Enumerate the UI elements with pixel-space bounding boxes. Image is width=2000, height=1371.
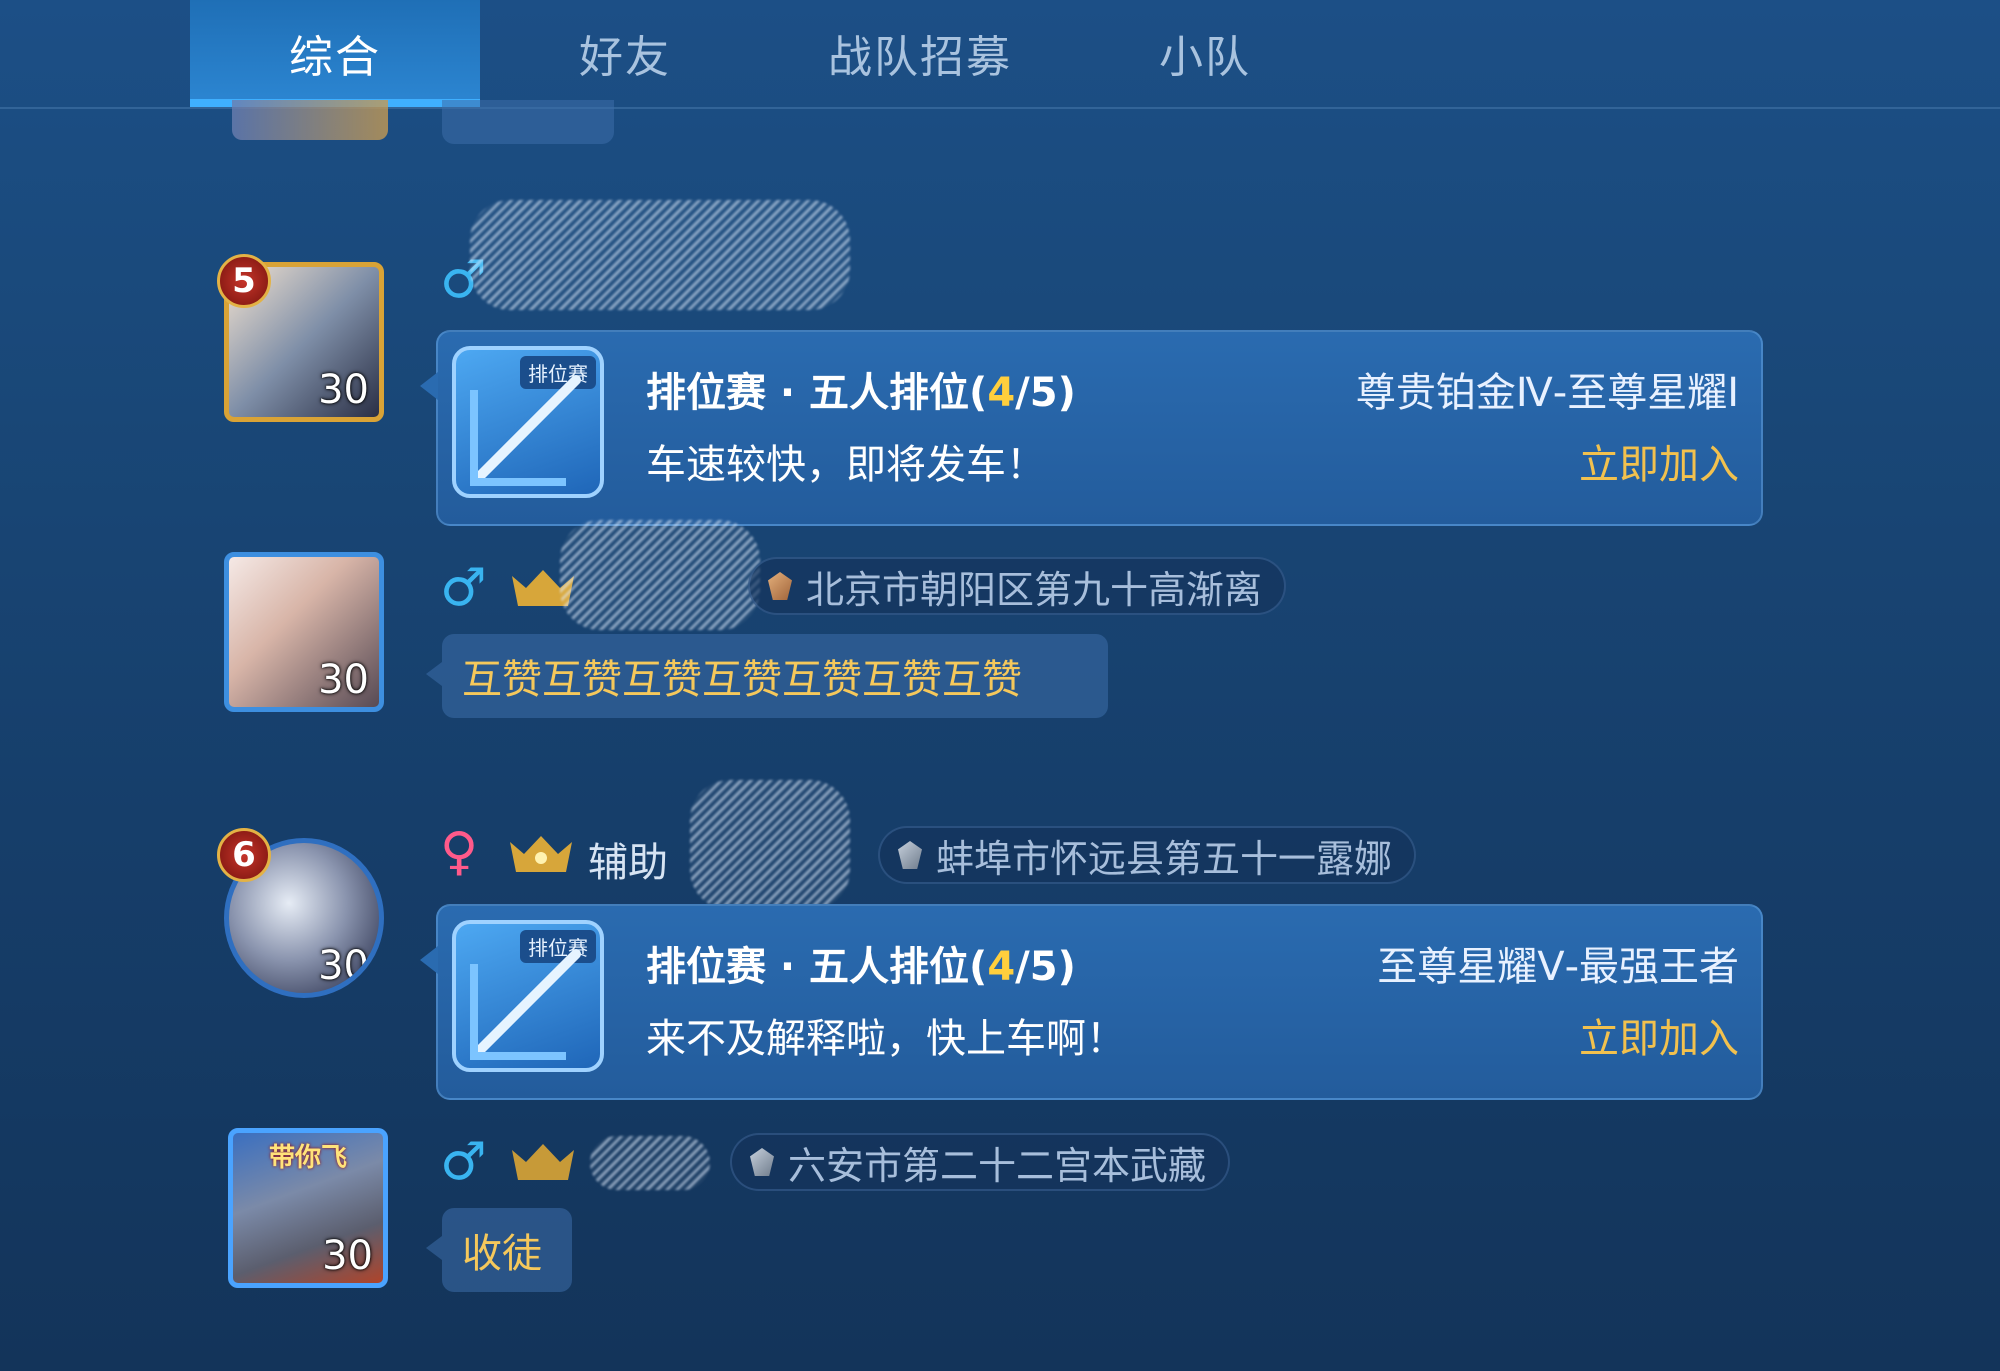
location-icon (768, 572, 792, 600)
redacted-name (690, 780, 850, 910)
rank-badge: 5 (217, 254, 271, 308)
rank-crest-icon (510, 836, 572, 872)
avatar[interactable]: 带你飞 30 (228, 1128, 388, 1288)
avatar-level: 30 (318, 367, 369, 413)
sword-icon (470, 375, 581, 486)
avatar[interactable]: 30 (224, 552, 384, 712)
tab-squad[interactable]: 小队 (1070, 0, 1340, 105)
location-tag: 六安市第二十二宫本武藏 (730, 1133, 1231, 1191)
location-icon (898, 841, 922, 869)
avatar-level: 30 (318, 943, 369, 989)
rank-range: 尊贵铂金Ⅳ-至尊星耀Ⅰ (1355, 370, 1739, 416)
avatar-level: 30 (322, 1233, 373, 1279)
ranked-mode-thumbnail: 排位赛 (452, 346, 604, 498)
rank-badge: 6 (217, 828, 271, 882)
tab-team-recruit[interactable]: 战队招募 (770, 0, 1070, 105)
player-name: 辅助 (588, 840, 668, 886)
sword-icon (470, 949, 581, 1060)
previous-avatar-partial[interactable] (232, 100, 388, 140)
invite-message: 来不及解释啦，快上车啊！ (646, 1016, 1126, 1062)
chat-message: 收徒 (426, 1208, 572, 1292)
female-gender-icon: ♀ (440, 822, 479, 882)
tab-general[interactable]: 综合 (190, 0, 480, 107)
chat-message: 互赞互赞互赞互赞互赞互赞互赞 (426, 634, 1108, 718)
avatar-level: 30 (318, 657, 369, 703)
queue-title: 排位赛 · 五人排位(4/5) (646, 370, 1076, 416)
ranked-mode-thumbnail: 排位赛 (452, 920, 604, 1072)
redacted-name (470, 200, 850, 310)
join-button[interactable]: 立即加入 (1579, 432, 1739, 490)
tab-friends[interactable]: 好友 (480, 0, 770, 105)
redacted-name (560, 520, 760, 630)
redacted-name (590, 1136, 710, 1190)
male-gender-icon: ♂ (440, 1132, 487, 1192)
avatar-frame-label: 带你飞 (268, 1143, 347, 1173)
previous-bubble-partial (442, 100, 614, 144)
team-invite-card[interactable]: 排位赛 排位赛 · 五人排位(4/5) 尊贵铂金Ⅳ-至尊星耀Ⅰ 车速较快，即将发… (420, 330, 1763, 526)
rank-crest-icon (512, 1144, 574, 1180)
location-tag: 蚌埠市怀远县第五十一露娜 (878, 826, 1417, 884)
team-invite-card[interactable]: 排位赛 排位赛 · 五人排位(4/5) 至尊星耀Ⅴ-最强王者 来不及解释啦，快上… (420, 904, 1763, 1100)
queue-title: 排位赛 · 五人排位(4/5) (646, 944, 1076, 990)
male-gender-icon: ♂ (440, 558, 487, 618)
location-icon (750, 1148, 774, 1176)
channel-tab-bar: 综合 好友 战队招募 小队 (0, 0, 2000, 109)
join-button[interactable]: 立即加入 (1579, 1006, 1739, 1064)
invite-message: 车速较快，即将发车！ (646, 442, 1046, 488)
location-tag: 北京市朝阳区第九十高渐离 (748, 557, 1287, 615)
rank-range: 至尊星耀Ⅴ-最强王者 (1377, 944, 1739, 990)
